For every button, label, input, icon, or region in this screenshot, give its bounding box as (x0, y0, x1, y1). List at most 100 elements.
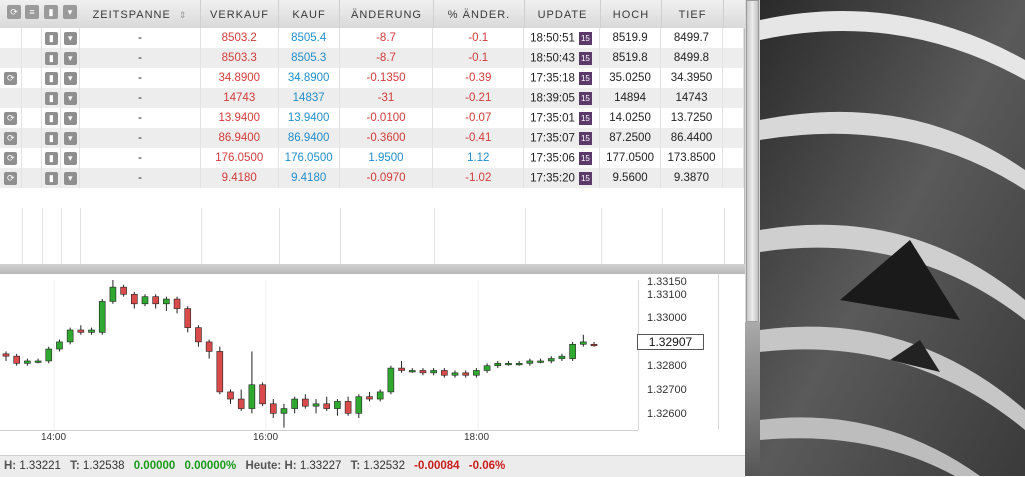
cell-kauf[interactable]: 8505.3 (278, 48, 340, 68)
today-low-label: T: (350, 460, 361, 472)
row-chart-cell[interactable]: ▮ (41, 148, 62, 168)
update-time: 17:35:18 (530, 72, 575, 85)
row-chart-cell[interactable]: ▮ (41, 68, 62, 88)
link-icon[interactable]: ⟳ (4, 111, 18, 125)
candle-up (45, 348, 53, 362)
row-chart-cell[interactable]: ▮ (41, 28, 62, 48)
table-row[interactable]: ⟳ ▮ ▾ -9.4180 9.4180 -0.0970 -1.02 17:35:20 15 9.… (0, 168, 745, 188)
chart-icon[interactable]: ▮ (44, 71, 58, 85)
row-menu-cell[interactable]: ▾ (60, 108, 81, 128)
col-aenderung[interactable]: ÄNDERUNG (340, 0, 434, 28)
row-menu-cell[interactable]: ▾ (60, 88, 81, 108)
cell-kauf[interactable]: 14837 (278, 88, 340, 108)
row-link-cell[interactable]: ⟳ (0, 148, 23, 168)
cell-kauf[interactable]: 34.8900 (278, 68, 340, 88)
cell-kauf[interactable]: 13.9400 (278, 108, 340, 128)
dropdown-icon[interactable]: ▾ (63, 71, 77, 85)
row-chart-cell[interactable]: ▮ (41, 128, 62, 148)
cell-kauf[interactable]: 8505.4 (278, 28, 340, 48)
cell-verkauf[interactable]: 34.8900 (200, 68, 279, 88)
cell-verkauf[interactable]: 8503.2 (200, 28, 279, 48)
price-chart[interactable] (0, 280, 639, 430)
row-menu-cell[interactable]: ▾ (60, 48, 81, 68)
chart-icon[interactable]: ▮ (44, 5, 58, 19)
row-link-cell[interactable]: ⟳ (0, 168, 23, 188)
candle (77, 325, 85, 335)
dropdown-icon[interactable]: ▾ (63, 131, 77, 145)
table-row[interactable]: ▮ ▾ -8503.2 8505.4 -8.7 -0.1 18:50:51 15 8519.9 8… (0, 28, 745, 48)
dropdown-icon[interactable]: ▾ (63, 91, 77, 105)
chart-icon[interactable]: ▮ (44, 91, 58, 105)
row-menu-cell[interactable]: ▾ (60, 148, 81, 168)
dropdown-icon[interactable]: ▾ (63, 31, 77, 45)
chart-icon[interactable]: ▮ (44, 51, 58, 65)
row-chart-cell[interactable]: ▮ (41, 48, 62, 68)
col-pct[interactable]: % ÄNDER. (434, 0, 525, 28)
table-row[interactable]: ⟳ ▮ ▾ -86.9400 86.9400 -0.3600 -0.41 17:35:07 15… (0, 128, 745, 148)
cell-kauf[interactable]: 86.9400 (278, 128, 340, 148)
chart-icon[interactable]: ▮ (44, 31, 58, 45)
cell-verkauf[interactable]: 176.0500 (200, 148, 279, 168)
table-row[interactable]: ▮ ▾ -8503.3 8505.3 -8.7 -0.1 18:50:43 15 8519.8 8… (0, 48, 745, 68)
col-hoch[interactable]: HOCH (601, 0, 662, 28)
table-row[interactable]: ⟳ ▮ ▾ -34.8900 34.8900 -0.1350 -0.39 17:35:18 15… (0, 68, 745, 88)
table-row[interactable]: ⟳ ▮ ▾ -176.0500 176.0500 1.9500 1.12 17:35:06 15… (0, 148, 745, 168)
row-link-cell[interactable] (0, 48, 23, 68)
candle (259, 382, 266, 407)
chart-icon[interactable]: ▮ (44, 151, 58, 165)
scrollbar-thumb[interactable] (746, 0, 759, 322)
row-menu-cell[interactable]: ▾ (60, 28, 81, 48)
col-verkauf[interactable]: VERKAUF (201, 0, 279, 28)
table-row[interactable]: ⟳ ▮ ▾ -13.9400 13.9400 -0.0100 -0.07 17:35:01 15… (0, 108, 745, 128)
link-icon[interactable]: ⟳ (4, 71, 18, 85)
row-link-cell[interactable] (0, 28, 23, 48)
chart-icon[interactable]: ▮ (44, 111, 58, 125)
candle-up (451, 372, 459, 376)
cell-kauf[interactable]: 9.4180 (278, 168, 340, 188)
cell-verkauf[interactable]: 8503.3 (200, 48, 279, 68)
row-chart-cell[interactable]: ▮ (41, 168, 62, 188)
row-chart-cell[interactable]: ▮ (41, 88, 62, 108)
cell-kauf[interactable]: 176.0500 (278, 148, 340, 168)
row-menu-cell[interactable]: ▾ (60, 68, 81, 88)
cell-verkauf[interactable]: 86.9400 (200, 128, 279, 148)
dropdown-icon[interactable]: ▾ (63, 151, 77, 165)
candle (24, 358, 31, 366)
scrollbar-track[interactable] (745, 322, 760, 476)
link-icon[interactable]: ⟳ (4, 171, 18, 185)
dropdown-icon[interactable]: ▾ (63, 51, 77, 65)
chart-icon[interactable]: ▮ (44, 171, 58, 185)
window-bottom-edge (0, 264, 745, 274)
row-menu-cell[interactable]: ▾ (60, 168, 81, 188)
link-icon[interactable]: ⟳ (4, 131, 18, 145)
candle-up (88, 329, 95, 333)
col-tief[interactable]: TIEF (662, 0, 724, 28)
col-zeitspanne[interactable]: ZEITSPANNE ⇕ (80, 0, 201, 28)
dropdown-icon[interactable]: ▾ (63, 111, 77, 125)
row-link-cell[interactable]: ⟳ (0, 108, 23, 128)
row-menu-cell[interactable]: ▾ (60, 128, 81, 148)
link-icon[interactable]: ⟳ (4, 151, 18, 165)
cell-zeitspanne: - (79, 128, 201, 148)
row-link-cell[interactable] (0, 88, 23, 108)
cell-update: 17:35:07 15 (523, 128, 601, 148)
delay-badge: 15 (578, 71, 592, 85)
dropdown-icon[interactable]: ▾ (63, 171, 77, 185)
cell-update: 17:35:20 15 (523, 168, 601, 188)
candle (451, 370, 459, 378)
col-kauf[interactable]: KAUF (279, 0, 340, 28)
table-row[interactable]: ▮ ▾ -14743 14837 -31 -0.21 18:39:05 15 14894 1474… (0, 88, 745, 108)
chart-icon[interactable]: ▮ (44, 131, 58, 145)
row-link-cell[interactable]: ⟳ (0, 68, 23, 88)
column-divider (61, 208, 62, 264)
cell-verkauf[interactable]: 9.4180 (200, 168, 279, 188)
row-link-cell[interactable]: ⟳ (0, 128, 23, 148)
row-chart-cell[interactable]: ▮ (41, 108, 62, 128)
column-divider (601, 208, 602, 264)
link-icon[interactable]: ⟳ (7, 5, 21, 19)
cell-verkauf[interactable]: 13.9400 (200, 108, 279, 128)
details-icon[interactable]: ≡ (25, 5, 39, 19)
menu-icon[interactable]: ▾ (63, 5, 77, 19)
col-update[interactable]: UPDATE (525, 0, 601, 28)
cell-verkauf[interactable]: 14743 (200, 88, 279, 108)
